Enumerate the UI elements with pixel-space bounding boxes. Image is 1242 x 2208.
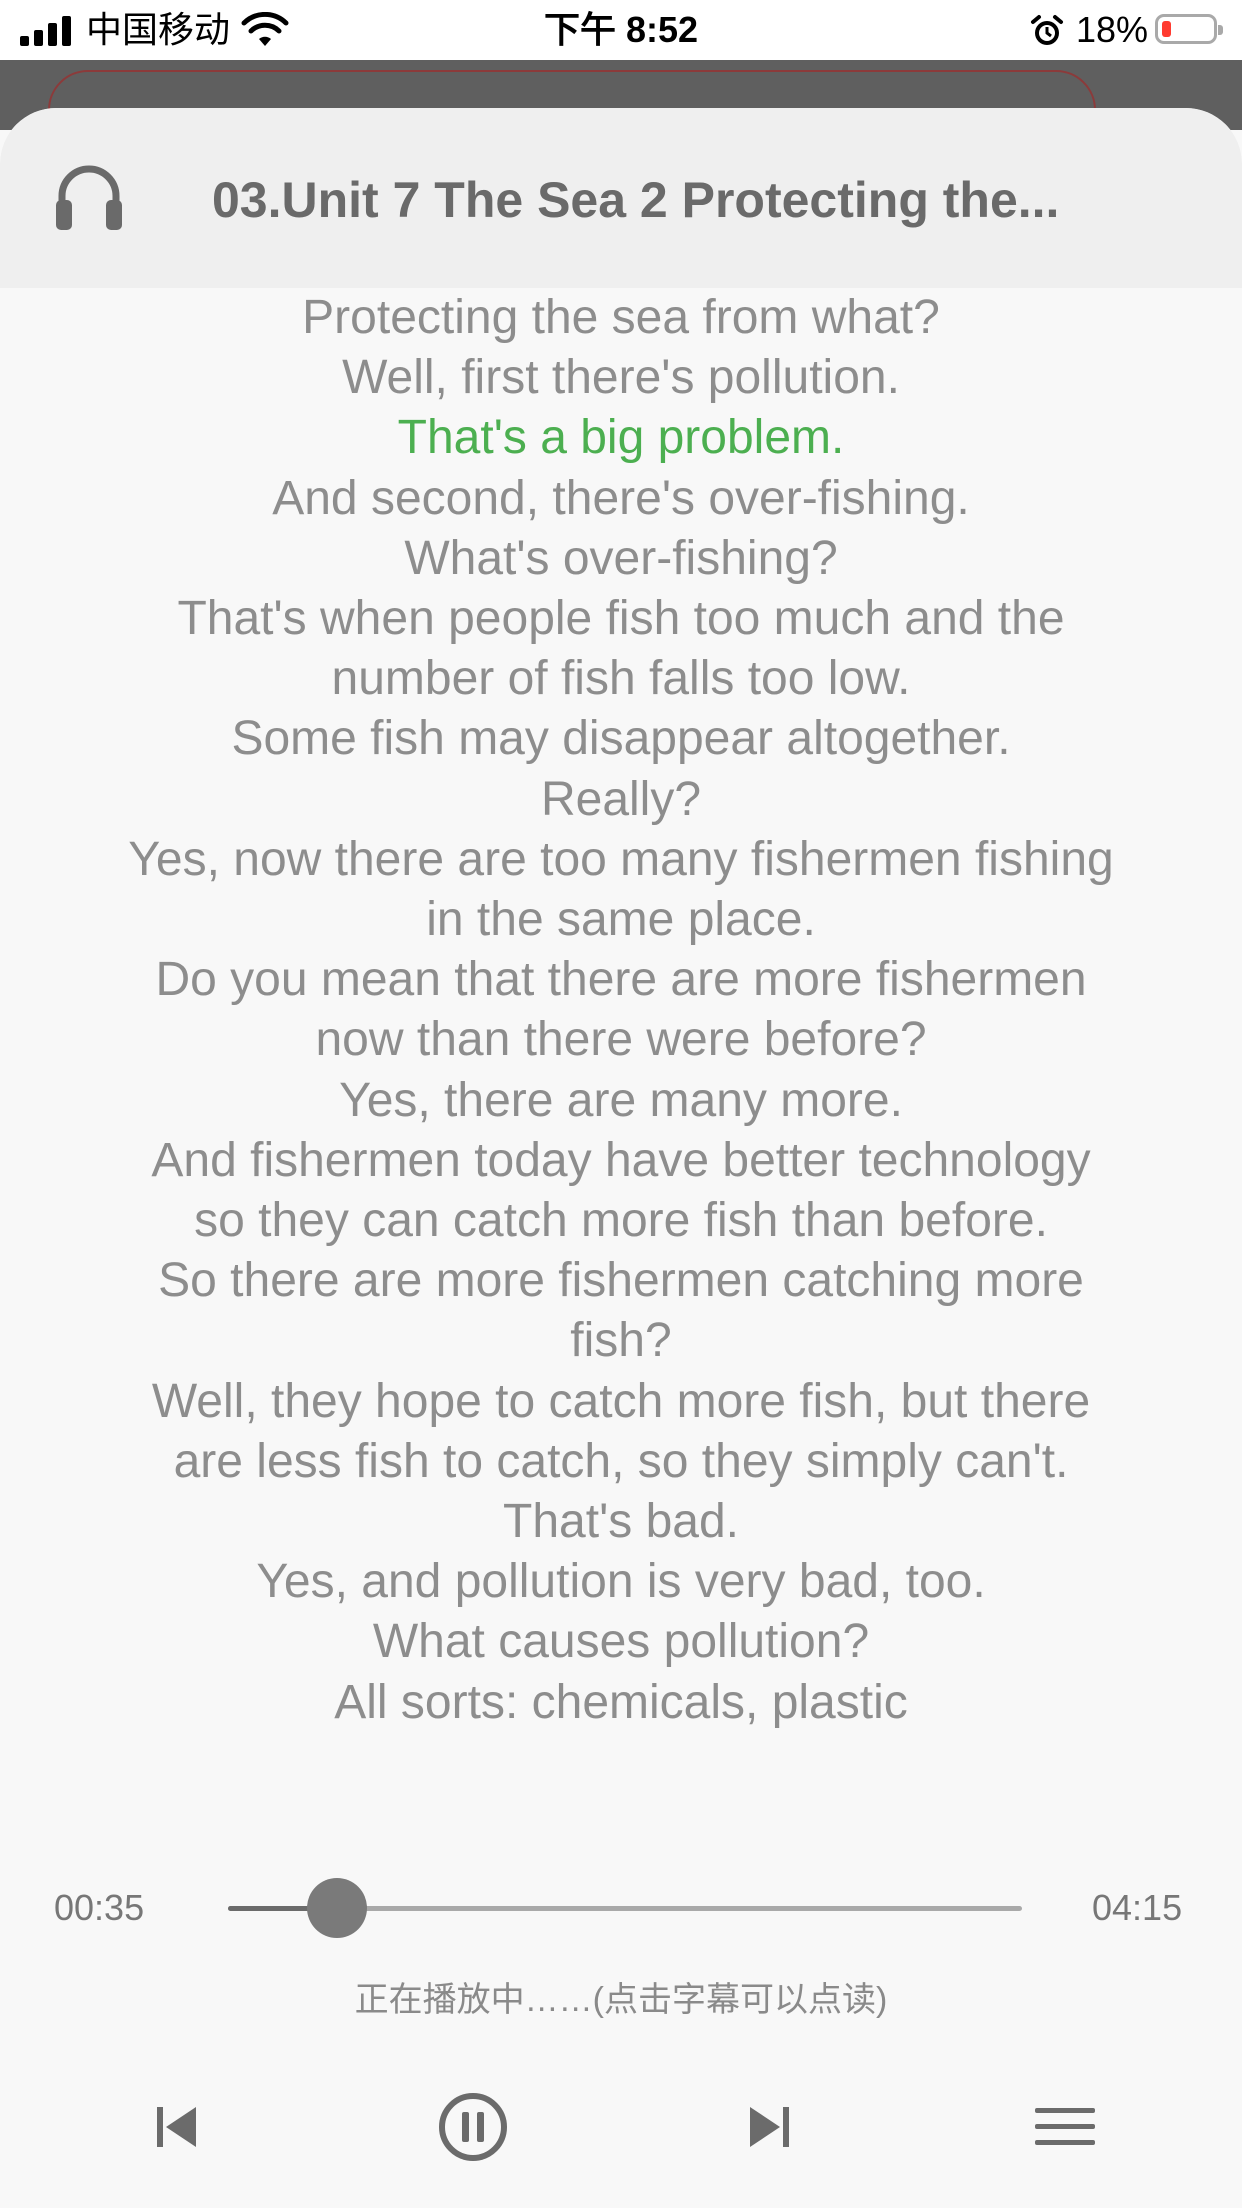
lyric-line[interactable]: What causes pollution? bbox=[121, 1612, 1121, 1672]
lyric-line[interactable]: Yes, now there are too many fishermen fi… bbox=[121, 830, 1121, 950]
lyric-line[interactable]: Protecting the sea from what? bbox=[121, 288, 1121, 348]
lyric-line[interactable]: And second, there's over-fishing. bbox=[121, 469, 1121, 529]
audio-player-sheet: 03.Unit 7 The Sea 2 Protecting the... Pr… bbox=[0, 108, 1242, 2208]
playlist-menu-button[interactable] bbox=[1010, 2072, 1120, 2182]
lyric-line[interactable]: All sorts: chemicals, plastic bbox=[121, 1673, 1121, 1733]
lyric-line[interactable]: Some fish may disappear altogether. bbox=[121, 709, 1121, 769]
current-time: 00:35 bbox=[54, 1887, 145, 1928]
playback-status-hint: 正在播放中……(点击字幕可以点读) bbox=[354, 1981, 888, 2019]
lyrics-list[interactable]: Protecting the sea from what? Well, first… bbox=[0, 288, 1242, 1733]
previous-icon bbox=[157, 2107, 196, 2147]
headphones-icon bbox=[56, 165, 122, 230]
lyric-line[interactable]: That's bad. bbox=[121, 1492, 1121, 1552]
lyric-line[interactable]: Well, first there's pollution. bbox=[121, 348, 1121, 408]
lyrics-panel[interactable]: Protecting the sea from what? Well, first… bbox=[0, 288, 1242, 1940]
next-button[interactable] bbox=[714, 2072, 824, 2182]
playback-controls bbox=[0, 2072, 1242, 2182]
pause-icon bbox=[439, 2093, 507, 2161]
menu-icon bbox=[1035, 2108, 1095, 2145]
lyric-line[interactable]: Really? bbox=[121, 770, 1121, 830]
progress-slider[interactable] bbox=[228, 1878, 1022, 1938]
lyric-line[interactable]: What's over-fishing? bbox=[121, 529, 1121, 589]
lyric-line[interactable]: Yes, there are many more. bbox=[121, 1071, 1121, 1131]
previous-button[interactable] bbox=[122, 2072, 232, 2182]
lyric-line[interactable]: Yes, and pollution is very bad, too. bbox=[121, 1552, 1121, 1612]
track-title: 03.Unit 7 The Sea 2 Protecting the... bbox=[212, 172, 1060, 228]
progress-thumb[interactable] bbox=[306, 1878, 367, 1938]
player-bar: 00:35 04:15 正在播放中……(点击字幕可以点读) bbox=[0, 1832, 1242, 2208]
battery-fill bbox=[1162, 21, 1171, 37]
pause-button[interactable] bbox=[418, 2072, 528, 2182]
lyric-line[interactable]: That's when people fish too much and the… bbox=[121, 589, 1121, 709]
alarm-icon bbox=[1031, 15, 1063, 45]
total-time: 04:15 bbox=[1092, 1887, 1183, 1928]
battery-icon bbox=[1155, 14, 1223, 44]
lyric-line[interactable]: Well, they hope to catch more fish, but … bbox=[121, 1372, 1121, 1492]
next-icon bbox=[750, 2107, 789, 2147]
status-bar: 中国移动 下午 8:52 18% bbox=[0, 0, 1242, 60]
lyric-line[interactable]: Do you mean that there are more fisherme… bbox=[121, 950, 1121, 1070]
sheet-header: 03.Unit 7 The Sea 2 Protecting the... bbox=[0, 108, 1242, 288]
battery-percent: 18% bbox=[1076, 9, 1149, 50]
lyric-line[interactable]: That's a big problem. bbox=[121, 408, 1121, 468]
lyric-line[interactable]: And fishermen today have better technolo… bbox=[121, 1131, 1121, 1251]
lyric-line[interactable]: So there are more fishermen catching mor… bbox=[121, 1251, 1121, 1371]
